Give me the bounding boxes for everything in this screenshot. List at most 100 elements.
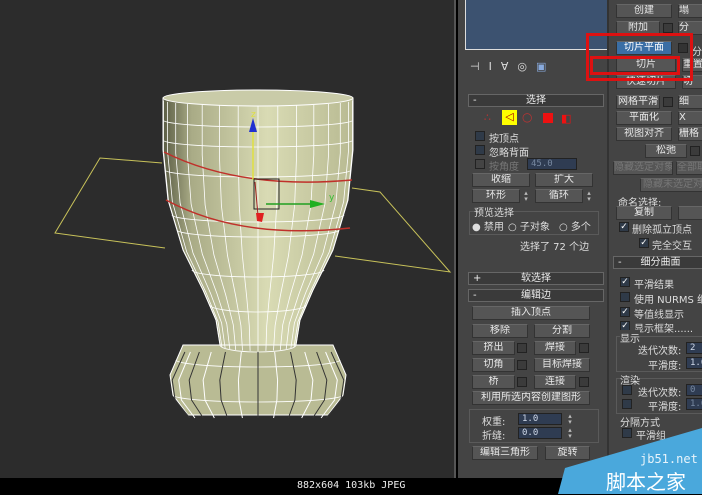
image-info-bar: 882x604 103kb JPEG <box>0 478 702 494</box>
bridge-button[interactable]: 桥 <box>472 375 515 389</box>
image-info-text: 882x604 103kb JPEG <box>297 480 406 491</box>
display-iterations-label: 迭代次数: <box>638 346 682 357</box>
delete-isolated-checkbox[interactable]: ✓ <box>619 222 629 232</box>
relax-button[interactable]: 松弛 <box>645 144 687 158</box>
polygon-mode-icon[interactable] <box>543 113 553 123</box>
gizmo-z-label: z <box>251 110 256 120</box>
smoothing-groups-label: 平滑组 <box>636 431 666 442</box>
weld-button[interactable]: 焊接 <box>534 341 576 355</box>
insert-vertex-button[interactable]: 插入顶点 <box>472 306 590 320</box>
delete-isolated-label: 删除孤立顶点 <box>632 225 692 236</box>
gizmo-y-label: y <box>329 193 335 203</box>
weight-spinner[interactable]: ▴ ▾ <box>566 413 574 426</box>
slice-plane-right <box>334 187 452 273</box>
connect-button[interactable]: 连接 <box>534 375 576 389</box>
element-mode-icon[interactable]: ◧ <box>561 112 571 125</box>
rollout-subdivision-surface[interactable]: - 细分曲面 <box>613 256 702 269</box>
show-cage-label: 显示框架...... <box>634 324 694 335</box>
weight-input[interactable]: 1.0 <box>518 413 562 425</box>
use-nurms-checkbox[interactable] <box>620 292 630 302</box>
tessellate-button[interactable]: 细 <box>678 95 702 109</box>
by-angle-checkbox[interactable] <box>475 159 485 169</box>
edge-mode-icon[interactable]: ◁ <box>502 110 517 125</box>
meshsmooth-button[interactable]: 网格平滑 <box>616 95 660 109</box>
border-mode-icon[interactable]: ○ <box>522 110 532 124</box>
isoline-display-checkbox[interactable]: ✓ <box>620 307 630 317</box>
connect-settings-button[interactable] <box>579 377 589 387</box>
ignore-backfacing-checkbox[interactable] <box>475 145 485 155</box>
render-iterations-label: 迭代次数: <box>638 388 682 399</box>
preview-multi-radio[interactable]: ○ 多个 <box>559 218 591 233</box>
display-label: 显示 <box>620 330 640 345</box>
render-smoothness-label: 平滑度: <box>648 402 682 413</box>
meshsmooth-settings-button[interactable] <box>663 97 673 107</box>
relax-settings-button[interactable] <box>690 146 700 156</box>
by-angle-label: 按角度 <box>489 162 519 173</box>
perspective-viewport[interactable]: z y <box>0 0 456 478</box>
grid-align-button[interactable]: 栅格 <box>678 127 702 141</box>
planar-x-button[interactable]: X <box>678 111 702 125</box>
by-vertex-label: 按顶点 <box>489 134 519 145</box>
modifier-icon[interactable]: Ⅰ <box>489 60 501 73</box>
split-button[interactable]: 分割 <box>534 324 590 338</box>
chamfer-button[interactable]: 切角 <box>472 358 515 372</box>
loop-button[interactable]: 循环 <box>535 189 583 203</box>
edit-triangulation-button[interactable]: 编辑三角形 <box>472 446 538 460</box>
angle-input[interactable]: 45.0 <box>527 158 577 170</box>
unhide-all-button[interactable]: 全部取 <box>676 161 702 175</box>
ring-spinner[interactable]: ▴ ▾ <box>522 190 530 203</box>
attach-settings-button[interactable] <box>663 23 673 33</box>
rollout-soft-selection[interactable]: + 软选择 <box>468 272 604 285</box>
weld-settings-button[interactable] <box>579 343 589 353</box>
display-smoothness-input[interactable]: 1.0 <box>686 357 702 369</box>
preview-off-radio[interactable]: ● 禁用 <box>472 218 504 233</box>
configure-icon[interactable]: ▣ <box>536 60 555 73</box>
smoothing-groups-checkbox[interactable] <box>622 428 632 438</box>
ignore-backfacing-label: 忽略背面 <box>489 148 529 159</box>
bridge-settings-button[interactable] <box>517 377 527 387</box>
collapse-button[interactable]: 塌 <box>678 4 702 18</box>
rollout-selection[interactable]: - 选择 <box>468 94 604 107</box>
selection-status: 选择了 72 个边 <box>520 242 590 253</box>
preview-subobject-radio[interactable]: ○ 子对象 <box>508 218 550 233</box>
modifier-stack-toolbar: ⊣Ⅰ∀◎▣ <box>470 60 590 74</box>
extrude-button[interactable]: 挤出 <box>472 341 515 355</box>
smooth-result-label: 平滑结果 <box>634 280 674 291</box>
remove-button[interactable]: 移除 <box>472 324 528 338</box>
crease-label: 折缝: <box>482 431 506 442</box>
crease-input[interactable]: 0.0 <box>518 427 562 439</box>
display-iterations-input[interactable]: 2 <box>686 342 702 354</box>
make-planar-button[interactable]: 平面化 <box>616 111 672 125</box>
ring-button[interactable]: 环形 <box>472 189 520 203</box>
render-iterations-checkbox[interactable] <box>622 385 632 395</box>
by-vertex-checkbox[interactable] <box>475 131 485 141</box>
render-smoothness-checkbox[interactable] <box>622 399 632 409</box>
full-interactivity-checkbox[interactable]: ✓ <box>639 238 649 248</box>
display-smoothness-label: 平滑度: <box>648 361 682 372</box>
highlight-slice <box>590 56 680 75</box>
funnel-icon[interactable]: ∀ <box>501 60 518 73</box>
turn-button[interactable]: 旋转 <box>545 446 590 460</box>
rollout-edit-edges[interactable]: - 编辑边 <box>468 289 604 302</box>
vertex-mode-icon[interactable]: ∴ <box>484 111 491 124</box>
view-align-button[interactable]: 视图对齐 <box>616 127 672 141</box>
hide-selected-button[interactable]: 隐藏选定对象 <box>613 161 673 175</box>
render-smoothness-input[interactable]: 1.0 <box>686 398 702 410</box>
pin-stack-icon[interactable]: ⊣ <box>470 60 489 73</box>
loop-spinner[interactable]: ▴ ▾ <box>585 190 593 203</box>
create-button[interactable]: 创建 <box>616 4 672 18</box>
chamfer-settings-button[interactable] <box>517 360 527 370</box>
copy-button[interactable]: 复制 <box>616 206 672 220</box>
weight-label: 权重: <box>482 417 506 428</box>
target-weld-button[interactable]: 目标焊接 <box>534 358 590 372</box>
smooth-result-checkbox[interactable]: ✓ <box>620 277 630 287</box>
grow-button[interactable]: 扩大 <box>535 173 593 187</box>
extrude-settings-button[interactable] <box>517 343 527 353</box>
clipboard-icon[interactable]: ◎ <box>517 60 536 73</box>
render-iterations-input[interactable]: 0 <box>686 384 702 396</box>
paste-button[interactable] <box>678 206 702 220</box>
create-shape-button[interactable]: 利用所选内容创建图形 <box>472 391 590 405</box>
shrink-button[interactable]: 收缩 <box>472 173 530 187</box>
hide-unselected-button[interactable]: 隐藏未选定对 <box>640 178 702 192</box>
crease-spinner[interactable]: ▴ ▾ <box>566 427 574 440</box>
